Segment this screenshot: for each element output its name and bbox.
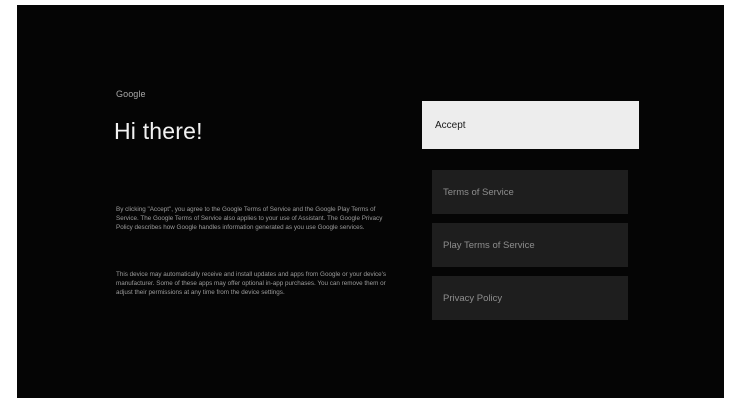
privacy-policy-button[interactable]: Privacy Policy [432, 276, 628, 320]
accept-button[interactable]: Accept [422, 101, 639, 149]
updates-paragraph: This device may automatically receive an… [116, 271, 387, 297]
play-terms-of-service-button[interactable]: Play Terms of Service [432, 223, 628, 267]
brand-label: Google [116, 89, 146, 99]
page-title: Hi there! [114, 118, 203, 144]
terms-of-service-button[interactable]: Terms of Service [432, 170, 628, 214]
terms-paragraph: By clicking "Accept", you agree to the G… [116, 206, 383, 232]
